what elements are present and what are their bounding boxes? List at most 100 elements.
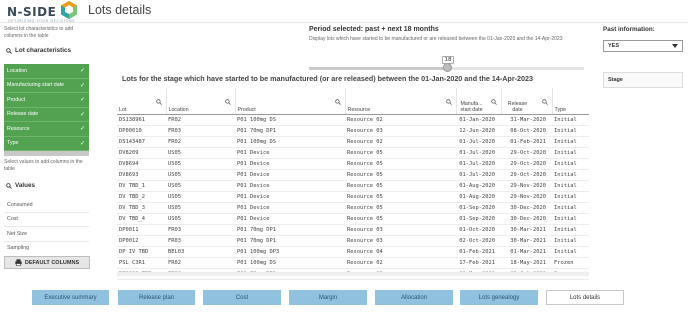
table-cell: Resource 02 [345, 114, 456, 126]
table-cell: Initial [552, 147, 589, 159]
table-row[interactable]: DS138961 FR02 P01 100mg DS Resource 02 01-Ja… [117, 114, 589, 126]
characteristic-item-product[interactable]: Product ✓ [4, 93, 89, 108]
lot-characteristics-header[interactable]: Lot characteristics [6, 47, 71, 54]
table-cell: 01-Mar-2021 [501, 246, 552, 258]
table-horizontal-scrollbar[interactable] [117, 272, 589, 276]
table-cell: 08-Oct-2020 [501, 125, 552, 137]
characteristic-item-resource[interactable]: Resource ✓ [4, 122, 89, 137]
table-row[interactable]: DV8693 US05 P01 Device Resource 05 01-Jul-20… [117, 169, 589, 181]
table-cell: Resource 05 [345, 158, 456, 170]
table-row[interactable]: DS143487 FR02 P01 100mg DS Resource 02 01-Ju… [117, 136, 589, 148]
period-slider-handle[interactable] [443, 63, 452, 72]
chevron-down-icon [672, 44, 678, 48]
values-header[interactable]: Values [6, 182, 35, 189]
nav-executive-summary-button[interactable]: Executive summary [32, 290, 109, 305]
table-row[interactable]: PSL C3R1 FR02 P01 100mg DS Resource 02 17-Fe… [117, 257, 589, 269]
table-cell: Resource 05 [345, 191, 456, 203]
column-header-type[interactable]: Type [551, 88, 589, 115]
table-cell: 29-Nov-2020 [501, 191, 552, 203]
values-title: Values [15, 182, 35, 189]
default-columns-button[interactable]: DEFAULT COLUMNS [4, 256, 90, 269]
table-cell: Resource 04 [345, 246, 456, 258]
table-cell: 01-Aug-2020 [456, 191, 501, 203]
table-cell: 18-May-2021 [501, 257, 552, 269]
table-cell: 01-Sep-2020 [456, 213, 501, 225]
column-header-release-date[interactable]: Release date [500, 88, 552, 115]
search-icon[interactable] [155, 99, 162, 105]
search-icon[interactable] [445, 99, 452, 105]
table-cell: 30-Mar-2021 [501, 235, 552, 247]
characteristic-item-manufacturing-start-date[interactable]: Manufacturing start date ✓ [4, 78, 89, 93]
table-cell: PSL C3R1 [117, 257, 166, 269]
table-cell: 01-Oct-2020 [456, 224, 501, 236]
table-row[interactable]: DP00010 FR03 P01 70mg DP1 Resource 03 12-Jun… [117, 125, 589, 137]
characteristic-item-type[interactable]: Type ✓ [4, 136, 89, 151]
table-row[interactable]: DV8209 US05 P01 Device Resource 05 01-Jul-20… [117, 147, 589, 159]
table-cell: 01-Feb-2021 [501, 136, 552, 148]
checkmark-icon: ✓ [79, 111, 85, 118]
nav-lots-genealogy-button[interactable]: Lots genealogy [460, 290, 538, 305]
table-cell: 01-Jul-2020 [456, 169, 501, 181]
value-item-consumed[interactable]: Consumed [4, 198, 89, 213]
table-row[interactable]: DV8694 US05 P01 Device Resource 05 01-Jul-20… [117, 158, 589, 170]
search-icon[interactable] [334, 99, 341, 105]
table-cell: 01-Jul-2020 [456, 147, 501, 159]
characteristic-item-release-date[interactable]: Release date ✓ [4, 107, 89, 122]
search-icon[interactable] [490, 99, 497, 105]
search-icon [6, 182, 12, 189]
table-cell: P01 Device [235, 147, 345, 159]
lots-table: Lot Location Product Resource Manufa... … [117, 88, 589, 280]
value-item-cost[interactable]: Cost [4, 213, 89, 227]
table-cell: P01 70mg DP1 [235, 224, 345, 236]
characteristic-item-location[interactable]: Location ✓ [4, 64, 89, 79]
table-cell: DV8693 [117, 169, 166, 181]
table-cell: Initial [552, 202, 589, 214]
checkmark-icon: ✓ [79, 126, 85, 133]
table-row[interactable]: DV TBD_4 US05 P01 Device Resource 05 01-Sep-… [117, 213, 589, 225]
nav-allocation-button[interactable]: Allocation [375, 290, 453, 305]
table-cell: 01-Jul-2020 [456, 158, 501, 170]
table-header-row: Lot Location Product Resource Manufa... … [117, 88, 589, 115]
nav-lots-details-button[interactable]: Lots details [546, 290, 624, 305]
checkmark-icon: ✓ [79, 68, 85, 75]
table-cell: DP00010 [117, 125, 166, 137]
table-row[interactable]: DP0011 FR03 P01 70mg DP1 Resource 03 01-Oct-… [117, 224, 589, 236]
table-cell: 30-Mar-2021 [501, 224, 552, 236]
value-item-net-size[interactable]: Net Size [4, 227, 89, 242]
column-header-resource[interactable]: Resource [344, 88, 456, 115]
column-header-lot[interactable]: Lot [117, 88, 166, 115]
table-cell: DP0012 [117, 235, 166, 247]
table-row[interactable]: DP IV TBD BEL03 P01 100mg DP3 Resource 04 01… [117, 246, 589, 258]
checkmark-icon: ✓ [79, 82, 85, 89]
table-cell: 30-Dec-2020 [501, 202, 552, 214]
table-cell: US05 [166, 158, 235, 170]
table-cell: FR03 [166, 224, 235, 236]
checkmark-icon: ✓ [79, 140, 85, 147]
table-cell: FR02 [166, 114, 235, 126]
past-information-select[interactable]: YES [603, 40, 683, 52]
characteristics-hint: Select lot characteristics to add column… [4, 26, 74, 39]
stage-filter[interactable]: Stage [603, 72, 683, 88]
table-cell: Resource 03 [345, 125, 456, 137]
page-title: Lots details [88, 3, 152, 17]
table-cell: US05 [166, 147, 235, 159]
table-cell: P01 Device [235, 158, 345, 170]
column-header-manufacturing-start-date[interactable]: Manufa... start date [455, 88, 501, 115]
table-row[interactable]: DV TBD_1 US05 P01 Device Resource 05 01-Aug-… [117, 180, 589, 192]
table-cell: DS143487 [117, 136, 166, 148]
table-cell: Resource 03 [345, 224, 456, 236]
search-icon[interactable] [224, 99, 231, 105]
table-row[interactable]: DV TBD_2 US05 P01 Device Resource 05 01-Aug-… [117, 191, 589, 203]
table-row[interactable]: DV TBD_3 US05 P01 Device Resource 05 01-Sep-… [117, 202, 589, 214]
value-item-sampling[interactable]: Sampling [4, 242, 89, 250]
nav-margin-button[interactable]: Margin [289, 290, 367, 305]
values-list: Consumed Cost Net Size Sampling [4, 198, 89, 250]
table-cell: FR02 [166, 257, 235, 269]
table-row[interactable]: DP0012 FR03 P01 70mg DP1 Resource 03 02-Oct-… [117, 235, 589, 247]
search-icon[interactable] [541, 99, 548, 105]
nav-release-plan-button[interactable]: Release plan [118, 290, 195, 305]
column-header-product[interactable]: Product [234, 88, 345, 115]
characteristics-scrollbar[interactable] [4, 151, 89, 156]
nav-cost-button[interactable]: Cost [203, 290, 281, 305]
column-header-location[interactable]: Location [165, 88, 235, 115]
